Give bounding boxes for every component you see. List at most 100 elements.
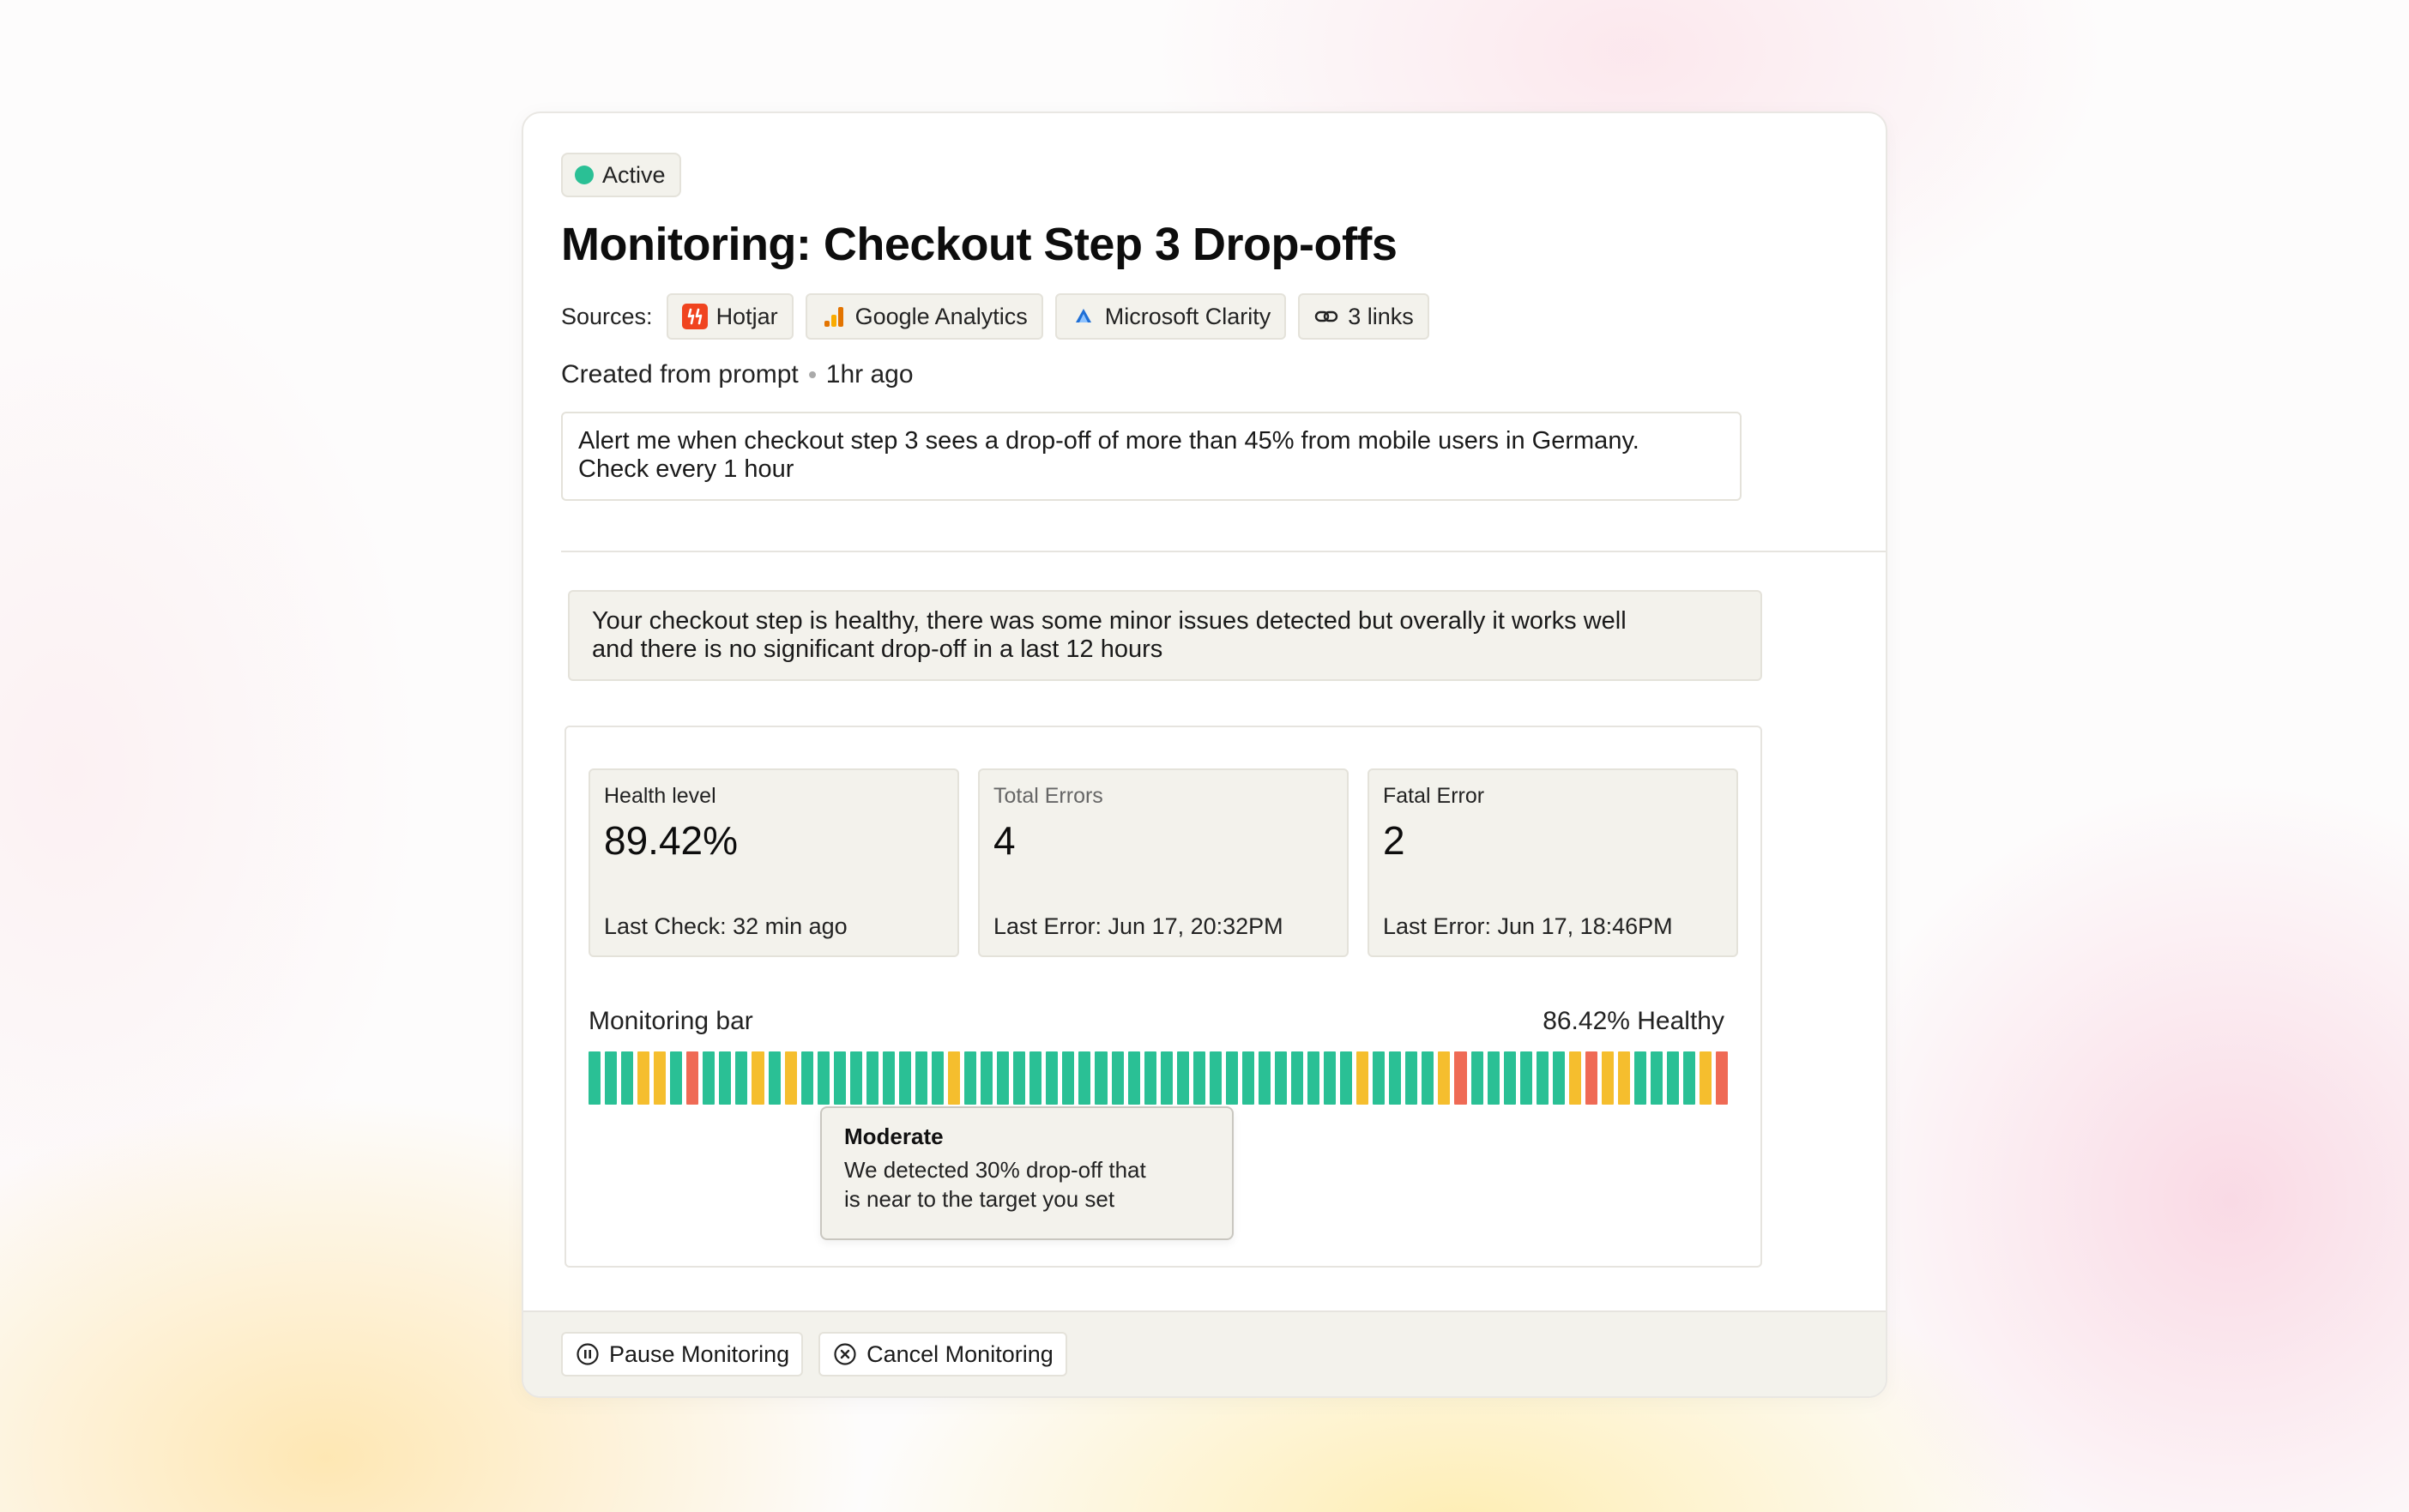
bar-segment-healthy[interactable] (1470, 1051, 1483, 1105)
bar-segment-healthy[interactable] (964, 1051, 977, 1105)
bar-segment-healthy[interactable] (1144, 1051, 1156, 1105)
monitoring-bar-header: Monitoring bar 86.42% Healthy (589, 1007, 1724, 1036)
source-chip-microsoft-clarity[interactable]: Microsoft Clarity (1054, 293, 1287, 340)
bar-segment-healthy[interactable] (1111, 1051, 1124, 1105)
health-summary: Your checkout step is healthy, there was… (568, 590, 1762, 681)
bar-segment-healthy[interactable] (1029, 1051, 1042, 1105)
bar-segment-moderate[interactable] (1601, 1051, 1614, 1105)
bar-segment-healthy[interactable] (997, 1051, 1010, 1105)
bar-segment-moderate[interactable] (948, 1051, 961, 1105)
monitoring-bar-label: Monitoring bar (589, 1007, 753, 1035)
microsoft-clarity-icon (1071, 304, 1096, 329)
source-chip-hotjar[interactable]: Hotjar (666, 293, 794, 340)
bar-segment-healthy[interactable] (1389, 1051, 1402, 1105)
source-chip-links[interactable]: 3 links (1298, 293, 1429, 340)
bar-segment-moderate[interactable] (654, 1051, 667, 1105)
bar-segment-healthy[interactable] (1307, 1051, 1320, 1105)
bar-segment-healthy[interactable] (817, 1051, 830, 1105)
bar-segment-healthy[interactable] (1209, 1051, 1222, 1105)
prompt-line: Check every 1 hour (578, 455, 794, 483)
bar-segment-healthy[interactable] (589, 1051, 601, 1105)
bar-segment-healthy[interactable] (931, 1051, 945, 1105)
bar-segment-healthy[interactable] (670, 1051, 683, 1105)
pause-icon (575, 1341, 601, 1367)
bar-segment-healthy[interactable] (833, 1051, 846, 1105)
bar-segment-healthy[interactable] (1405, 1051, 1418, 1105)
bar-segment-healthy[interactable] (1046, 1051, 1059, 1105)
bar-segment-healthy[interactable] (1503, 1051, 1516, 1105)
bar-segment-healthy[interactable] (621, 1051, 634, 1105)
stat-value: 89.42% (604, 818, 739, 863)
monitoring-panel: Health level 89.42% Last Check: 32 min a… (565, 726, 1762, 1268)
bar-segment-healthy[interactable] (981, 1051, 993, 1105)
google-analytics-icon (821, 304, 847, 329)
bar-segment-healthy[interactable] (1127, 1051, 1140, 1105)
bar-segment-healthy[interactable] (915, 1051, 927, 1105)
source-chip-label: 3 links (1348, 303, 1414, 329)
bar-segment-critical[interactable] (1585, 1051, 1597, 1105)
stat-value: 4 (993, 818, 1016, 863)
bar-segment-healthy[interactable] (1258, 1051, 1271, 1105)
bar-segment-healthy[interactable] (1241, 1051, 1254, 1105)
pause-monitoring-button[interactable]: Pause Monitoring (561, 1332, 804, 1376)
bar-segment-moderate[interactable] (1356, 1051, 1369, 1105)
bar-segment-healthy[interactable] (1667, 1051, 1680, 1105)
bar-segment-healthy[interactable] (1552, 1051, 1565, 1105)
bar-segment-moderate[interactable] (1700, 1051, 1712, 1105)
bar-segment-healthy[interactable] (1095, 1051, 1108, 1105)
page-title: Monitoring: Checkout Step 3 Drop-offs (561, 219, 1398, 270)
bar-segment-healthy[interactable] (1291, 1051, 1304, 1105)
source-chip-google-analytics[interactable]: Google Analytics (805, 293, 1043, 340)
bar-segment-healthy[interactable] (703, 1051, 715, 1105)
bar-segment-healthy[interactable] (1013, 1051, 1026, 1105)
stat-label: Health level (604, 784, 716, 808)
bar-segment-healthy[interactable] (882, 1051, 895, 1105)
bar-segment-healthy[interactable] (1519, 1051, 1532, 1105)
cancel-circle-icon (832, 1341, 858, 1367)
tooltip-line: We detected 30% drop-off that (844, 1157, 1146, 1183)
bar-segment-healthy[interactable] (719, 1051, 732, 1105)
cancel-monitoring-button[interactable]: Cancel Monitoring (818, 1332, 1067, 1376)
stat-footnote: Last Error: Jun 17, 18:46PM (1383, 913, 1673, 939)
bar-segment-healthy[interactable] (1274, 1051, 1288, 1105)
bar-segment-healthy[interactable] (1651, 1051, 1663, 1105)
sources-label: Sources: (561, 303, 653, 329)
bar-segment-moderate[interactable] (637, 1051, 650, 1105)
section-divider (561, 551, 1886, 552)
bar-segment-healthy[interactable] (1160, 1051, 1173, 1105)
bar-segment-healthy[interactable] (1422, 1051, 1434, 1105)
bar-segment-healthy[interactable] (1536, 1051, 1549, 1105)
link-icon (1313, 304, 1339, 329)
stat-footnote: Last Check: 32 min ago (604, 913, 848, 939)
bar-segment-healthy[interactable] (1487, 1051, 1500, 1105)
bar-segment-healthy[interactable] (735, 1051, 748, 1105)
status-badge: Active (561, 153, 681, 197)
bar-segment-moderate[interactable] (1438, 1051, 1451, 1105)
bar-segment-healthy[interactable] (1062, 1051, 1075, 1105)
bar-segment-healthy[interactable] (898, 1051, 911, 1105)
monitor-card: Active Monitoring: Checkout Step 3 Drop-… (522, 111, 1887, 1398)
bar-segment-healthy[interactable] (1634, 1051, 1647, 1105)
bar-segment-healthy[interactable] (1225, 1051, 1238, 1105)
bar-segment-moderate[interactable] (1617, 1051, 1630, 1105)
bar-segment-healthy[interactable] (866, 1051, 878, 1105)
bar-segment-healthy[interactable] (1192, 1051, 1205, 1105)
pause-monitoring-label: Pause Monitoring (609, 1340, 790, 1367)
bar-segment-healthy[interactable] (1176, 1051, 1189, 1105)
bar-segment-moderate[interactable] (752, 1051, 764, 1105)
bar-segment-healthy[interactable] (800, 1051, 813, 1105)
bar-segment-critical[interactable] (1454, 1051, 1467, 1105)
bar-segment-moderate[interactable] (784, 1051, 797, 1105)
bar-segment-healthy[interactable] (1373, 1051, 1386, 1105)
stat-card-total-errors: Total Errors 4 Last Error: Jun 17, 20:32… (978, 768, 1349, 957)
bar-segment-healthy[interactable] (1078, 1051, 1091, 1105)
bar-segment-healthy[interactable] (768, 1051, 781, 1105)
bar-segment-healthy[interactable] (1340, 1051, 1353, 1105)
bar-segment-healthy[interactable] (849, 1051, 862, 1105)
bar-segment-critical[interactable] (1716, 1051, 1729, 1105)
bar-segment-critical[interactable] (686, 1051, 699, 1105)
bar-segment-healthy[interactable] (605, 1051, 618, 1105)
bar-segment-healthy[interactable] (1324, 1051, 1337, 1105)
bar-segment-healthy[interactable] (1683, 1051, 1696, 1105)
bar-segment-moderate[interactable] (1568, 1051, 1581, 1105)
